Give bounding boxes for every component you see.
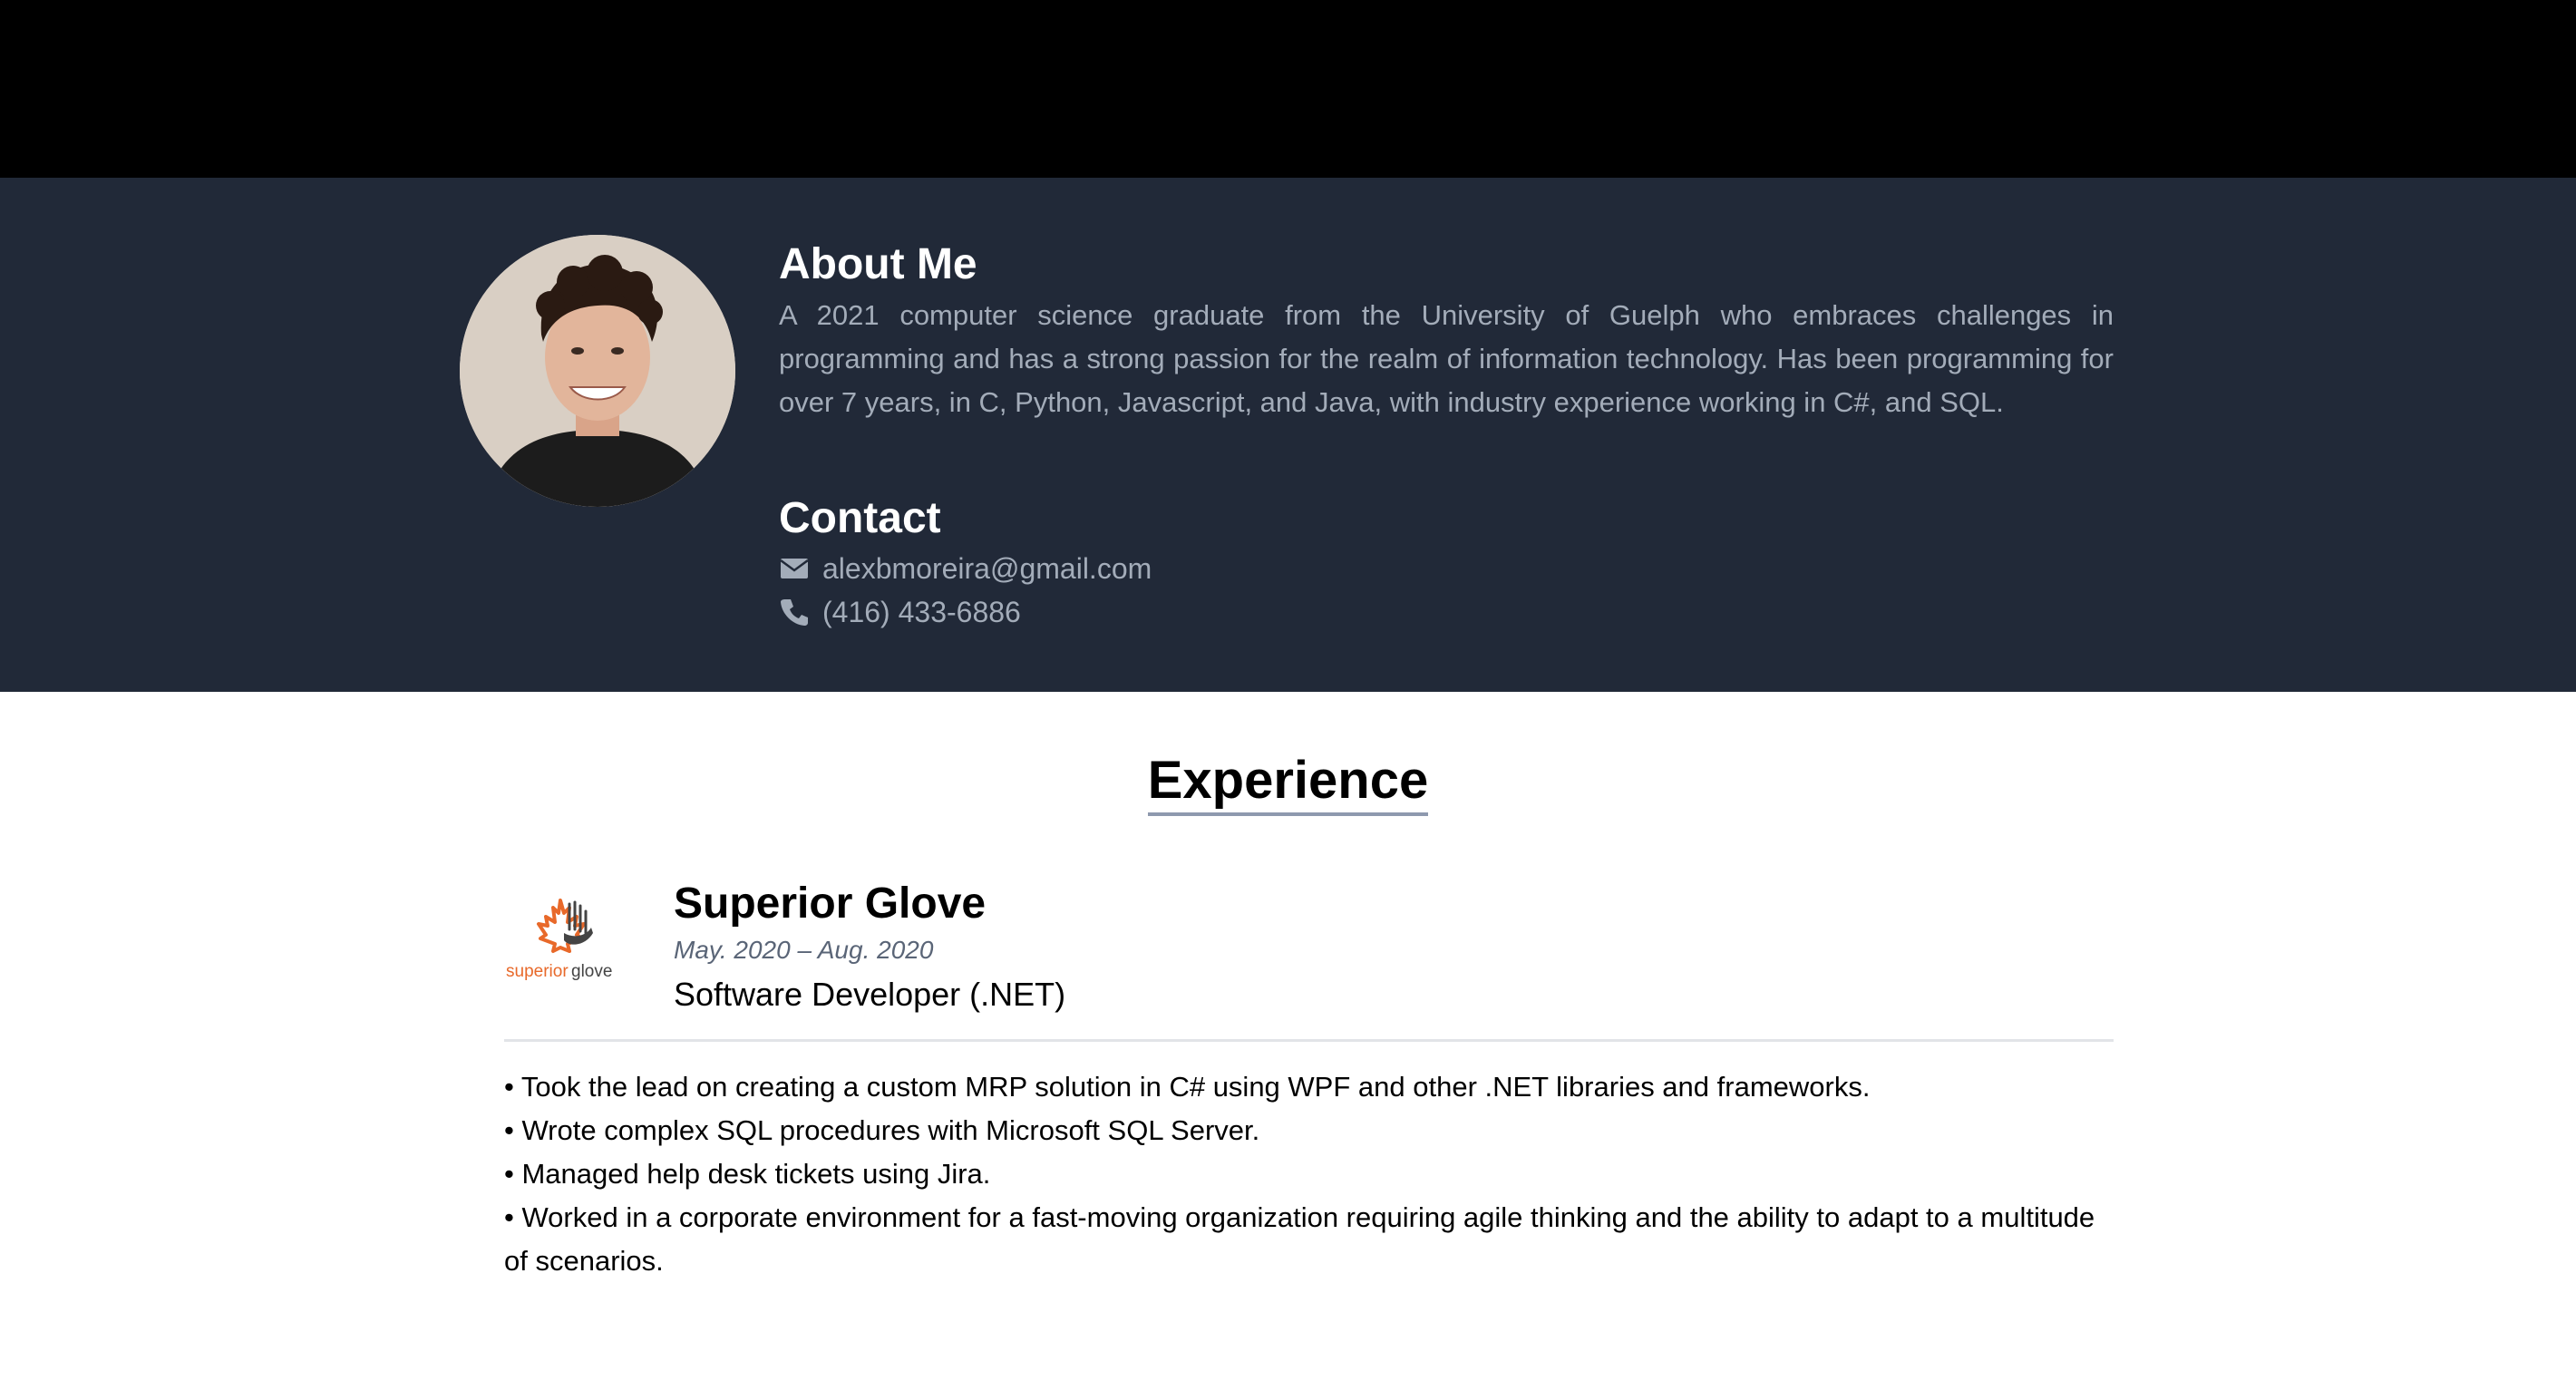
envelope-icon (779, 553, 810, 584)
about-section (0, 178, 2576, 692)
experience-title: Experience (0, 749, 2576, 816)
profile-photo (460, 235, 735, 507)
list-item: • Worked in a corporate environment for … (504, 1201, 2095, 1277)
contact-title: Contact (779, 494, 941, 542)
job-dates: May. 2020 – Aug. 2020 (674, 936, 934, 964)
logo-text-glove: glove (571, 962, 612, 981)
company-name: Superior Glove (674, 880, 987, 928)
experience-title-text: Experience (1147, 749, 1429, 816)
divider (504, 1039, 2114, 1042)
job-role: Software Developer (.NET) (674, 976, 1066, 1013)
about-text: A 2021 computer science graduate from th… (779, 299, 2114, 418)
list-item: • Took the lead on creating a custom MRP… (504, 1071, 1871, 1103)
list-item: • Managed help desk tickets using Jira. (504, 1158, 991, 1190)
about-title: About Me (779, 240, 977, 288)
superior-glove-logo: superior glove (504, 893, 638, 984)
logo-text-superior: superior (506, 962, 569, 981)
job-bullets: • Took the lead on creating a custom MRP… (504, 1065, 2114, 1283)
contact-phone-row[interactable]: (416) 433-6886 (779, 594, 1021, 630)
list-item: • Wrote complex SQL procedures with Micr… (504, 1114, 1260, 1146)
contact-phone[interactable]: (416) 433-6886 (822, 596, 1021, 629)
top-bar (0, 0, 2576, 178)
phone-icon (779, 597, 810, 627)
contact-email-row[interactable]: alexbmoreira@gmail.com (779, 550, 1152, 587)
contact-email[interactable]: alexbmoreira@gmail.com (822, 552, 1152, 586)
